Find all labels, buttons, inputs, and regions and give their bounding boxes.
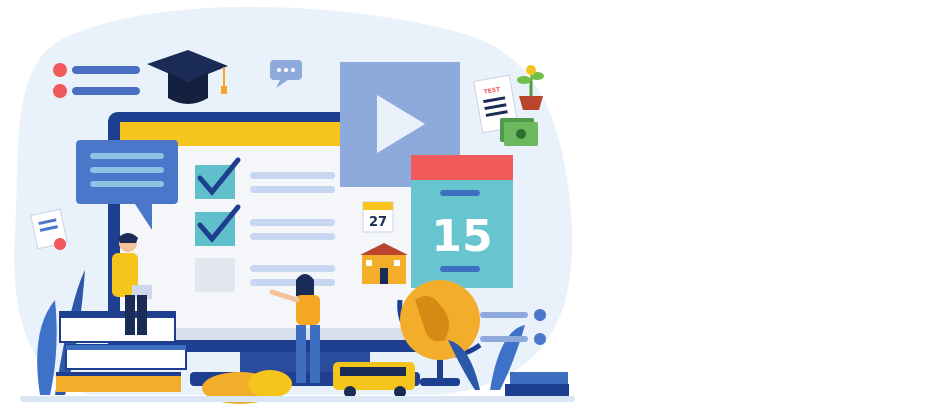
ground-line — [20, 396, 575, 402]
book-stack-right — [505, 372, 569, 396]
calendar-icon: 15 — [411, 155, 513, 288]
e-learning-illustration: TEST 15 27 — [14, 6, 575, 404]
small-calendar-icon: 27 — [362, 201, 394, 233]
small-calendar-day: 27 — [369, 215, 387, 230]
money-stack-icon — [500, 118, 538, 146]
book-stack-left — [56, 311, 187, 392]
checkbox-empty — [195, 258, 235, 292]
calendar-day-number: 15 — [431, 211, 492, 262]
